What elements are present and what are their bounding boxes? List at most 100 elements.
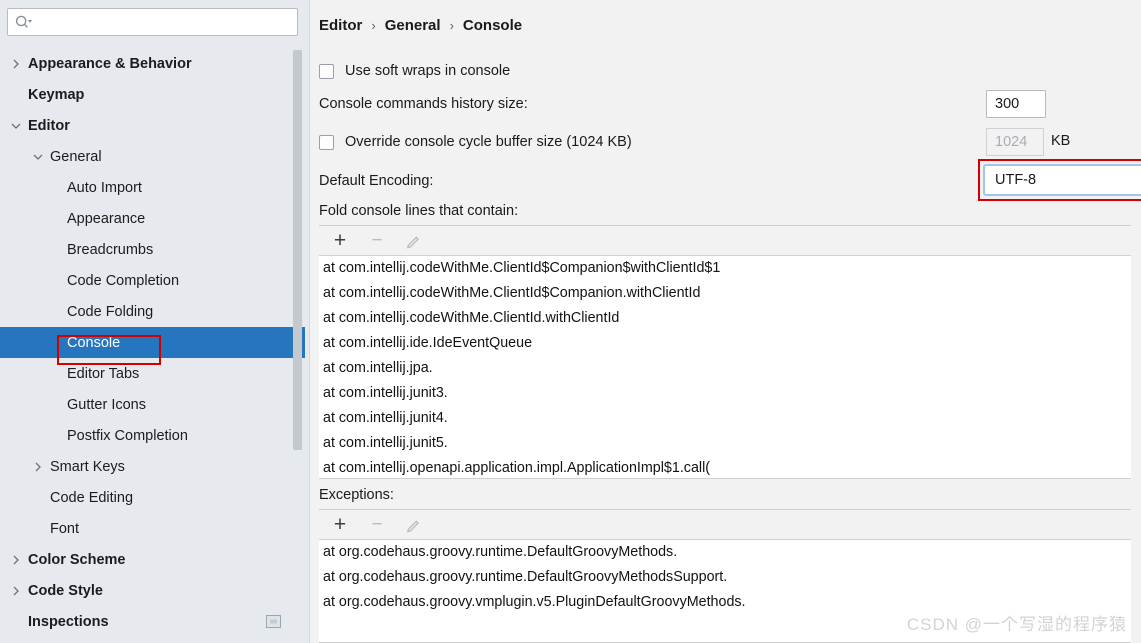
chevron-right-icon[interactable] bbox=[32, 461, 44, 473]
fold-console-remove-button[interactable]: − bbox=[367, 231, 387, 251]
sidebar-item-label: Color Scheme bbox=[28, 551, 126, 568]
sidebar-item-code-style[interactable]: Code Style bbox=[0, 575, 310, 606]
list-item[interactable]: at com.intellij.codeWithMe.ClientId$Comp… bbox=[319, 281, 1131, 306]
sidebar-scrollbar-thumb[interactable] bbox=[293, 50, 302, 450]
breadcrumb: Editor › General › Console bbox=[319, 17, 522, 34]
sidebar-item-label: Breadcrumbs bbox=[67, 241, 154, 258]
sidebar-item-appearance[interactable]: Appearance bbox=[0, 203, 310, 234]
list-item[interactable]: at com.intellij.jpa. bbox=[319, 356, 1131, 381]
cycle-buffer-label: Override console cycle buffer size (1024… bbox=[345, 134, 632, 150]
search-input[interactable] bbox=[33, 14, 297, 30]
soft-wraps-row[interactable]: Use soft wraps in console bbox=[319, 63, 510, 79]
sidebar-item-label: Font bbox=[50, 520, 80, 537]
search-area bbox=[0, 0, 310, 36]
sidebar-item-inspections[interactable]: Inspections bbox=[0, 606, 310, 637]
sidebar-item-label: Inspections bbox=[28, 613, 109, 630]
sidebar-item-label: General bbox=[50, 148, 102, 165]
list-item[interactable]: at com.intellij.codeWithMe.ClientId$Comp… bbox=[319, 256, 1131, 281]
sidebar-item-auto-import[interactable]: Auto Import bbox=[0, 172, 310, 203]
settings-main-panel: Editor › General › Console Use soft wrap… bbox=[310, 0, 1141, 643]
sidebar-item-keymap[interactable]: Keymap bbox=[0, 79, 310, 110]
breadcrumb-item-general[interactable]: General bbox=[385, 17, 441, 34]
default-encoding-combobox[interactable]: UTF-8 bbox=[983, 164, 1141, 196]
history-size-input[interactable]: 300 bbox=[986, 90, 1046, 118]
soft-wraps-checkbox[interactable] bbox=[319, 63, 334, 79]
breadcrumb-separator: › bbox=[449, 18, 454, 33]
chevron-down-icon[interactable] bbox=[10, 120, 22, 132]
sidebar-item-general[interactable]: General bbox=[0, 141, 310, 172]
exceptions-label: Exceptions: bbox=[319, 487, 394, 503]
sidebar-item-gutter-icons[interactable]: Gutter Icons bbox=[0, 389, 310, 420]
sidebar-item-label: Editor Tabs bbox=[67, 365, 140, 382]
sidebar-item-label: Postfix Completion bbox=[67, 427, 188, 444]
sidebar-item-label: Console bbox=[67, 334, 121, 351]
sidebar-item-code-completion[interactable]: Code Completion bbox=[0, 265, 310, 296]
sidebar-item-label: Code Style bbox=[28, 582, 103, 599]
sidebar-item-console[interactable]: Console bbox=[0, 327, 305, 358]
sidebar-item-editor[interactable]: Editor bbox=[0, 110, 310, 141]
list-item[interactable]: at org.codehaus.groovy.runtime.DefaultGr… bbox=[319, 540, 1131, 565]
cycle-buffer-row[interactable]: Override console cycle buffer size (1024… bbox=[319, 134, 632, 150]
cycle-buffer-input[interactable]: 1024 bbox=[986, 128, 1044, 156]
config-scope-icon[interactable] bbox=[266, 614, 282, 629]
settings-tree[interactable]: Appearance & Behavior Keymap Editor General… bbox=[0, 48, 310, 643]
sidebar-item-smart-keys[interactable]: Smart Keys bbox=[0, 451, 310, 482]
fold-console-toolbar: + − bbox=[319, 226, 1131, 256]
sidebar-item-label: Code Folding bbox=[67, 303, 154, 320]
list-item[interactable]: at org.codehaus.groovy.runtime.DefaultGr… bbox=[319, 565, 1131, 590]
sidebar-scrollbar-track[interactable] bbox=[293, 48, 302, 638]
sidebar-item-label: Code Editing bbox=[50, 489, 134, 506]
list-item[interactable]: at com.intellij.openapi.application.impl… bbox=[319, 456, 1131, 478]
sidebar-item-label: Gutter Icons bbox=[67, 396, 146, 413]
sidebar-item-label: Keymap bbox=[28, 86, 85, 103]
sidebar-item-editor-tabs[interactable]: Editor Tabs bbox=[0, 358, 310, 389]
default-encoding-value: UTF-8 bbox=[995, 172, 1037, 188]
watermark: CSDN @一个写湿的程序猿 bbox=[906, 615, 1127, 634]
sidebar-item-label: Auto Import bbox=[67, 179, 142, 196]
sidebar-item-appearance-behavior[interactable]: Appearance & Behavior bbox=[0, 48, 310, 79]
chevron-right-icon[interactable] bbox=[10, 585, 22, 597]
exceptions-list[interactable]: at org.codehaus.groovy.runtime.DefaultGr… bbox=[319, 540, 1131, 615]
sidebar-item-label: Appearance & Behavior bbox=[28, 55, 192, 72]
default-encoding-label: Default Encoding: bbox=[319, 173, 434, 189]
sidebar-item-code-editing[interactable]: Code Editing bbox=[0, 482, 310, 513]
exceptions-toolbar: + − bbox=[319, 510, 1131, 540]
breadcrumb-item-editor[interactable]: Editor bbox=[319, 17, 362, 34]
chevron-right-icon[interactable] bbox=[10, 554, 22, 566]
settings-sidebar: Appearance & Behavior Keymap Editor General… bbox=[0, 0, 310, 643]
chevron-right-icon[interactable] bbox=[10, 58, 22, 70]
default-encoding-row: Default Encoding: bbox=[319, 173, 433, 189]
sidebar-item-breadcrumbs[interactable]: Breadcrumbs bbox=[0, 234, 310, 265]
soft-wraps-label: Use soft wraps in console bbox=[345, 63, 511, 79]
cycle-buffer-checkbox[interactable] bbox=[319, 134, 334, 150]
list-item[interactable]: at com.intellij.ide.IdeEventQueue bbox=[319, 331, 1131, 356]
list-item[interactable]: at com.intellij.junit3. bbox=[319, 381, 1131, 406]
fold-console-list[interactable]: at com.intellij.codeWithMe.ClientId$Comp… bbox=[319, 256, 1131, 478]
fold-console-label: Fold console lines that contain: bbox=[319, 203, 519, 219]
sidebar-item-code-folding[interactable]: Code Folding bbox=[0, 296, 310, 327]
search-icon bbox=[15, 14, 33, 30]
settings-dialog: Appearance & Behavior Keymap Editor General… bbox=[0, 0, 1141, 643]
exceptions-edit-button[interactable] bbox=[404, 515, 424, 535]
sidebar-item-postfix-completion[interactable]: Postfix Completion bbox=[0, 420, 310, 451]
fold-console-panel: + − at com.intellij.codeWithMe.ClientId$C… bbox=[319, 225, 1131, 479]
list-item[interactable]: at com.intellij.codeWithMe.ClientId.with… bbox=[319, 306, 1131, 331]
breadcrumb-item-console[interactable]: Console bbox=[463, 17, 522, 34]
fold-console-edit-button[interactable] bbox=[404, 231, 424, 251]
sidebar-item-label: Appearance bbox=[67, 210, 146, 227]
fold-console-add-button[interactable]: + bbox=[330, 230, 350, 251]
sidebar-item-font[interactable]: Font bbox=[0, 513, 310, 544]
sidebar-item-label: Smart Keys bbox=[50, 458, 125, 475]
list-item[interactable]: at com.intellij.junit4. bbox=[319, 406, 1131, 431]
search-box[interactable] bbox=[7, 8, 298, 36]
history-size-label: Console commands history size: bbox=[319, 96, 528, 112]
sidebar-item-label: Code Completion bbox=[67, 272, 180, 289]
exceptions-add-button[interactable]: + bbox=[330, 514, 350, 535]
chevron-down-icon[interactable] bbox=[32, 151, 44, 163]
breadcrumb-separator: › bbox=[371, 18, 376, 33]
history-size-row: Console commands history size: bbox=[319, 96, 528, 112]
exceptions-remove-button[interactable]: − bbox=[367, 515, 387, 535]
sidebar-item-label: Editor bbox=[28, 117, 70, 134]
sidebar-item-color-scheme[interactable]: Color Scheme bbox=[0, 544, 310, 575]
list-item[interactable]: at com.intellij.junit5. bbox=[319, 431, 1131, 456]
